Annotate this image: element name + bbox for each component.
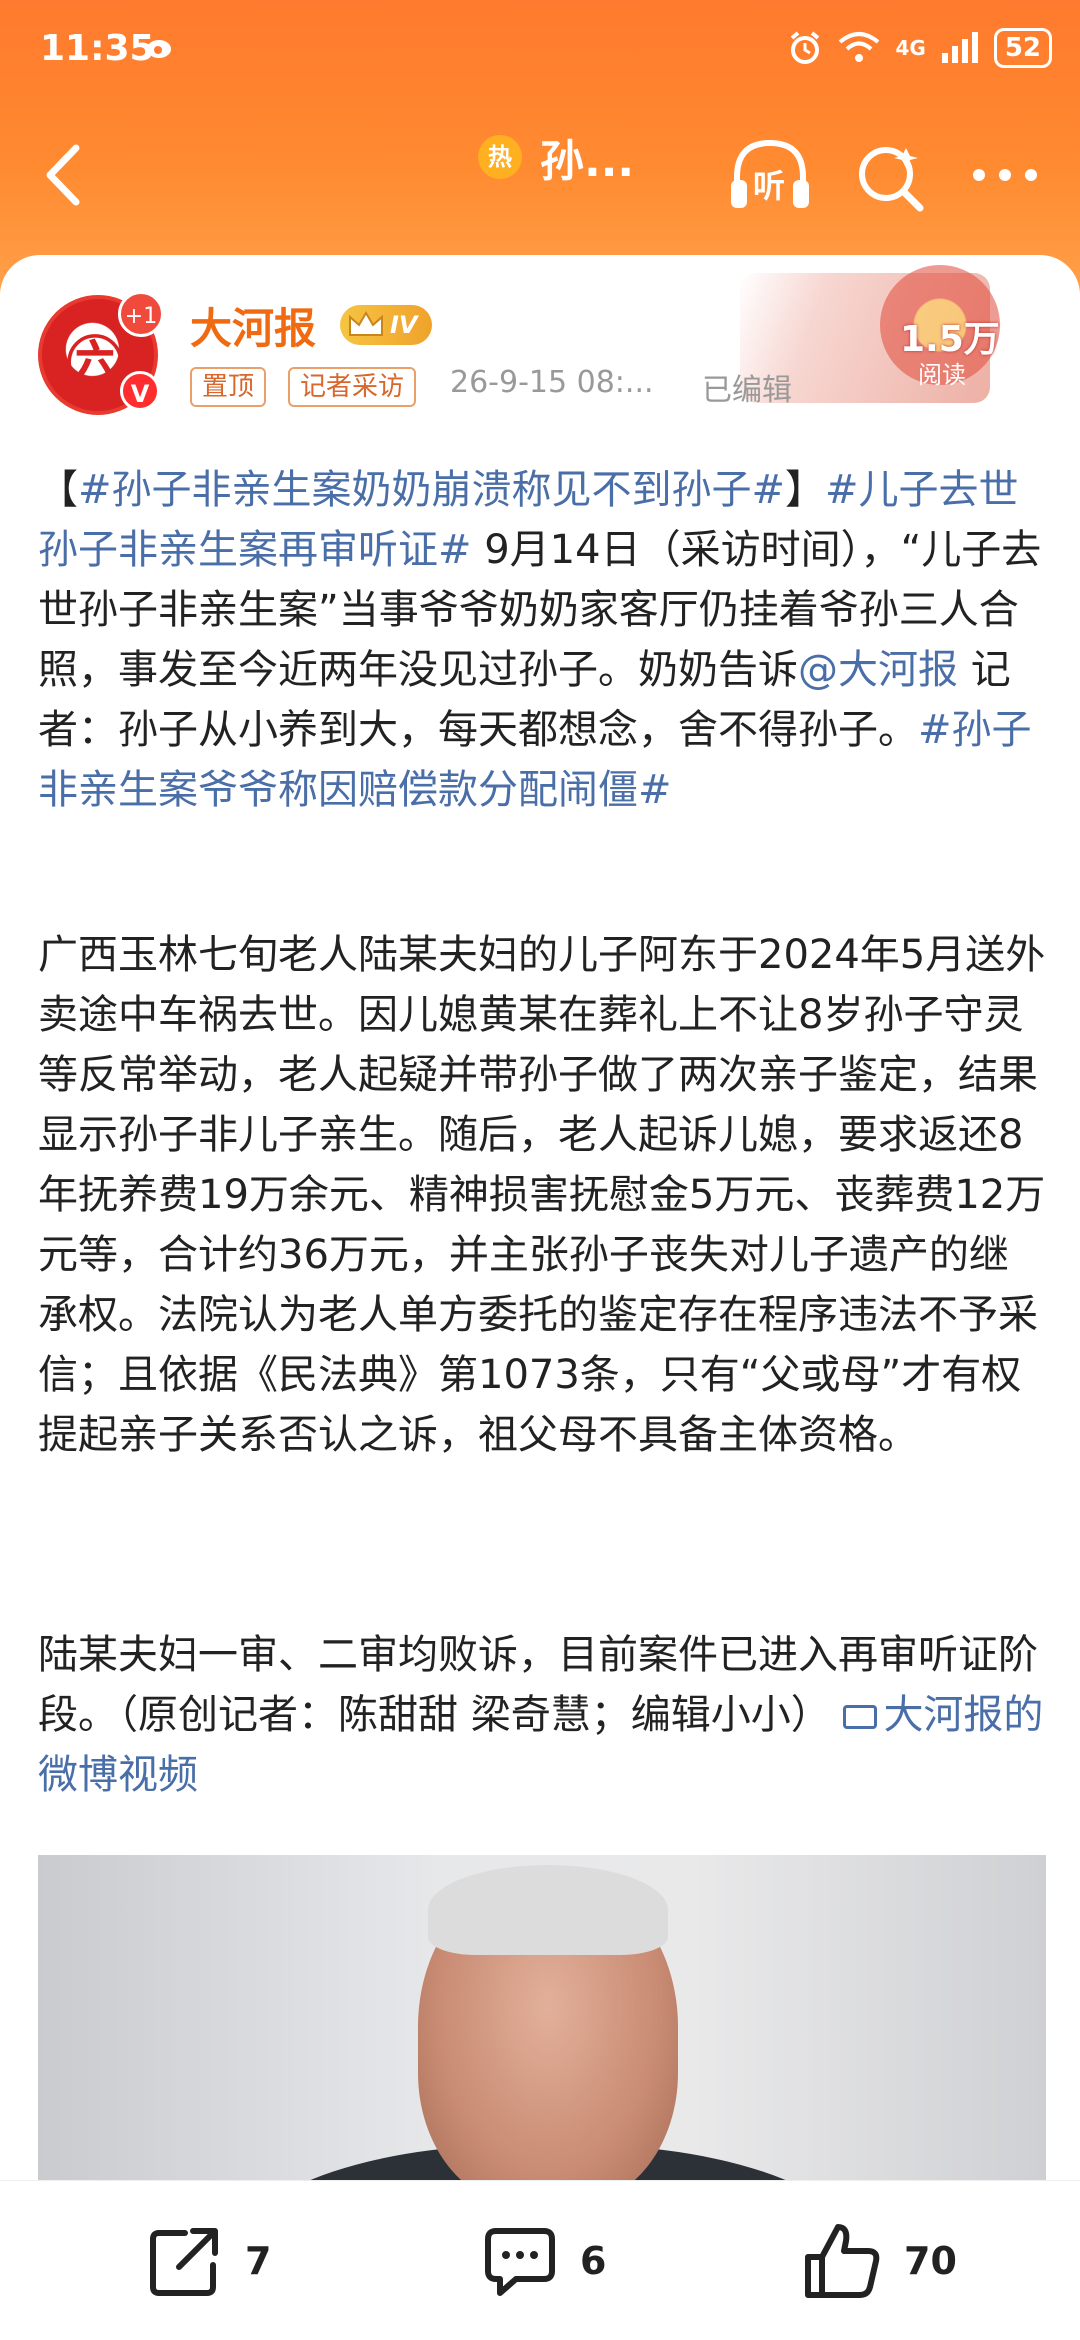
nav-bar: 热 孙... 听 <box>0 110 1080 240</box>
wifi-icon <box>839 32 880 62</box>
reads-label: 阅读 <box>918 361 966 389</box>
post-card: 1.5万 阅读 ㊅ +1 V 大河报 IV 置顶 记者采访 26-9-15 08… <box>0 255 1080 2340</box>
post-paragraph-3: 陆某夫妇一审、二审均败诉，目前案件已进入再审听证阶段。（原创记者：陈甜甜 梁奇慧… <box>38 1625 1048 1805</box>
bracket-close: 】 <box>785 467 826 513</box>
share-icon <box>150 2228 218 2296</box>
listen-button[interactable]: 听 <box>725 135 815 215</box>
tag-reporter-interview: 记者采访 <box>288 367 417 407</box>
hot-badge: 热 <box>478 135 522 179</box>
video-icon <box>843 1705 878 1729</box>
listen-label: 听 <box>753 167 786 205</box>
comment-icon <box>485 2228 555 2296</box>
status-icons: 4G 52 <box>787 28 1052 68</box>
post-paragraph-1: 【#孙子非亲生案奶奶崩溃称见不到孙子#】#儿子去世孙子非亲生案再审听证# 9月1… <box>38 460 1048 820</box>
crown-icon <box>349 311 383 336</box>
action-bar: 7 6 70 <box>0 2180 1080 2340</box>
back-icon[interactable] <box>36 140 96 210</box>
weibo-status-icon <box>147 40 171 58</box>
page-title: 孙... <box>540 136 635 187</box>
battery-level: 52 <box>993 28 1052 68</box>
share-button[interactable]: 7 <box>145 2221 271 2301</box>
mention-link[interactable]: @大河报 <box>798 647 958 693</box>
level-badge: IV <box>340 305 432 345</box>
network-type: 4G <box>895 36 926 60</box>
status-time: 11:35 <box>40 28 155 69</box>
comment-button[interactable]: 6 <box>480 2221 606 2301</box>
bracket-open: 【 <box>38 467 78 513</box>
alarm-icon <box>791 31 820 64</box>
like-button[interactable]: 70 <box>800 2221 957 2301</box>
hashtag-link[interactable]: #孙子非亲生案奶奶崩溃称见不到孙子# <box>78 467 785 513</box>
status-bar: 11:35 4G 52 <box>0 0 1080 100</box>
search-icon[interactable] <box>850 138 930 218</box>
post-paragraph-2: 广西玉林七旬老人陆某夫妇的儿子阿东于2024年5月送外卖途中车祸去世。因儿媳黄某… <box>38 932 1046 1458</box>
author-name[interactable]: 大河报 <box>190 295 316 356</box>
edited-label[interactable]: 已编辑 <box>702 365 792 409</box>
signal-icon <box>941 32 978 63</box>
verified-badge: V <box>120 371 160 411</box>
thumbnail-person-hair <box>428 1865 668 1955</box>
comment-count: 6 <box>580 2239 607 2283</box>
post-time: 26-9-15 08:... <box>450 365 654 400</box>
level-text: IV <box>390 311 418 339</box>
thumbs-up-icon <box>805 2224 880 2298</box>
share-count: 7 <box>245 2239 272 2283</box>
like-count: 70 <box>904 2239 957 2283</box>
more-icon[interactable] <box>965 140 1045 210</box>
avatar-logo-icon: ㊅ <box>66 330 125 398</box>
tag-pinned: 置顶 <box>190 367 267 407</box>
avatar-plus-badge: +1 <box>118 291 164 337</box>
